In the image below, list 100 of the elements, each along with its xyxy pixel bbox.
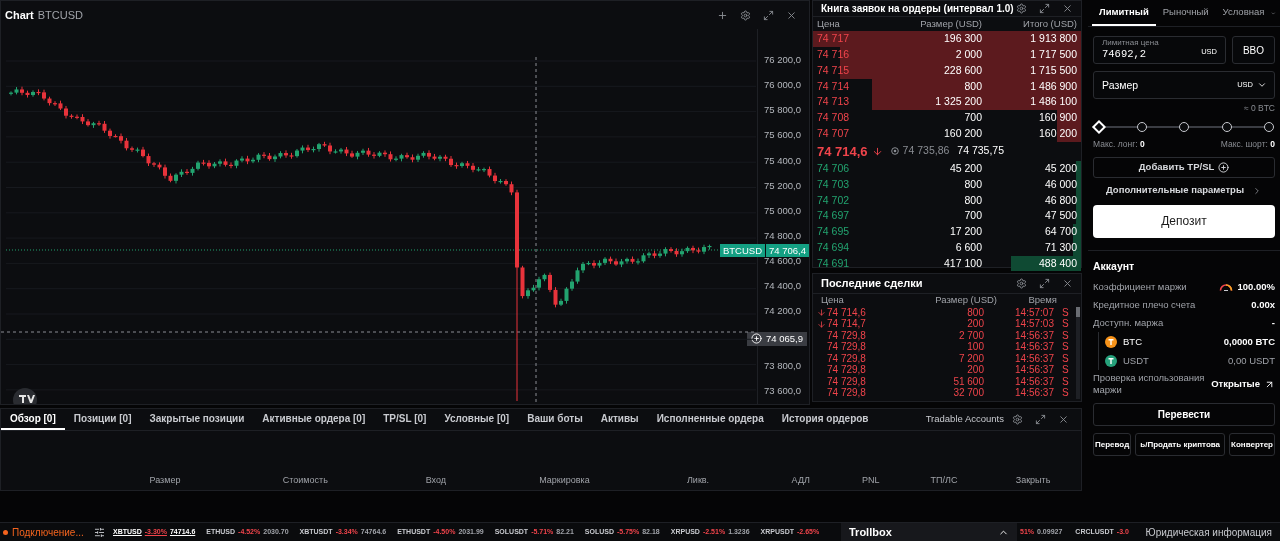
bbo-button[interactable]: BBO (1232, 36, 1275, 64)
settings-icon[interactable] (740, 9, 751, 21)
size-cell-text: 1 325 200 (934, 94, 982, 110)
trade-price: 74 729,8 (827, 388, 866, 399)
expand-icon[interactable] (1039, 278, 1050, 289)
size-cell-text: 45 200 (948, 161, 982, 176)
price-axis-label: 75 000,0 (764, 205, 802, 216)
panel-tab[interactable]: Ваши боты (518, 409, 592, 430)
total-cell-text: 45 200 (1043, 161, 1077, 176)
chevron-down-icon[interactable] (1257, 80, 1267, 90)
size-cell-text: 700 (963, 110, 982, 125)
trade-size: 2 700 (957, 330, 985, 341)
size-cell-text: 6 600 (954, 239, 982, 255)
slider-stop[interactable] (1221, 121, 1232, 132)
column-header: Размер (USD) (934, 293, 997, 308)
action-button[interactable]: ь/Продать криптова (1135, 433, 1226, 457)
close-icon[interactable] (786, 9, 797, 21)
trade-time: 14:56:37 (1014, 365, 1055, 376)
add-alert-icon[interactable] (751, 333, 762, 345)
slider-stop[interactable] (1179, 121, 1189, 132)
deposit-button[interactable]: Депозит (1093, 204, 1275, 238)
filter-icon[interactable] (94, 526, 105, 538)
size-cell-text: 800 (963, 176, 982, 192)
panel-tab[interactable]: Активы (591, 409, 648, 430)
size-cell-text: 800 (963, 192, 982, 208)
panel-tab[interactable]: Исполненные ордера (647, 409, 773, 430)
trade-time: 14:56:37 (1014, 376, 1055, 387)
legal-link[interactable]: Юридическая информация (1145, 524, 1272, 540)
price-axis-label: 74 400,0 (764, 281, 802, 291)
trade-side: S (1062, 330, 1070, 341)
price-axis-label: 75 800,0 (764, 105, 802, 115)
transfer-button[interactable]: Перевести (1093, 403, 1275, 427)
trade-price: 74 729,8 (827, 342, 866, 353)
total-cell-text: 1 715 500 (1029, 62, 1077, 78)
slider-stop[interactable] (1264, 121, 1274, 132)
total-cell-text: 47 500 (1043, 208, 1077, 224)
price-cell-text: 74 703 (817, 176, 851, 192)
settings-icon[interactable] (1016, 3, 1027, 14)
panel-tab[interactable]: Условные [0] (435, 409, 519, 430)
action-button[interactable]: Перевод (1093, 433, 1132, 457)
column-header: Ликв. (686, 475, 710, 486)
size-cell-text: 417 100 (943, 255, 982, 271)
price-cell-text: 74 702 (817, 192, 851, 208)
trade-size: 32 700 (952, 388, 985, 399)
add-tp-sl-button[interactable]: Добавить TP/SL (1093, 156, 1275, 178)
settings-icon[interactable] (1012, 414, 1023, 425)
expand-icon[interactable] (1039, 3, 1050, 14)
price-cell-text: 74 713 (817, 94, 851, 110)
price-axis-label: 74 800,0 (764, 231, 802, 241)
close-icon[interactable] (1058, 414, 1069, 425)
close-icon[interactable] (1062, 3, 1073, 14)
trade-time: 14:56:37 (1014, 388, 1055, 399)
trade-price: 74 729,8 (827, 376, 866, 387)
size-cell-text: 160 200 (943, 125, 982, 141)
panel-tab[interactable]: TP/SL [0] (374, 409, 436, 430)
trade-side: S (1062, 376, 1070, 387)
action-button[interactable]: Конвертер (1229, 433, 1275, 457)
close-icon[interactable] (1062, 278, 1073, 289)
more-params-link[interactable]: Дополнительные параметры (1093, 181, 1275, 200)
arrow-down-icon (817, 319, 826, 329)
column-header: Время (1027, 293, 1058, 308)
chart-symbol: BTCUSD (37, 7, 83, 23)
panel-tab[interactable]: История ордеров (772, 409, 878, 430)
size-cell-text: 700 (963, 208, 982, 224)
price-cell-text: 74 716 (817, 47, 851, 62)
order-type-tab[interactable]: Условная (1215, 0, 1272, 26)
size-cell-text: 2 000 (954, 47, 982, 62)
trade-size: 100 (966, 342, 985, 353)
add-icon[interactable] (717, 9, 728, 21)
panel-tab[interactable]: Активные ордера [0] (253, 409, 375, 430)
price-axis-label: 73 800,0 (764, 361, 802, 371)
panel-tab[interactable]: Обзор [0] (1, 409, 65, 430)
trade-side: S (1062, 342, 1070, 353)
expand-icon[interactable] (1035, 414, 1046, 425)
order-type-tab[interactable]: Лимитный (1092, 0, 1156, 26)
settings-icon[interactable] (1016, 278, 1027, 289)
price-axis-label: 74 200,0 (764, 306, 802, 316)
plus-circle-icon (1218, 161, 1230, 173)
trade-side: S (1062, 388, 1070, 399)
expand-icon[interactable] (763, 9, 774, 21)
panel-tab[interactable]: Позиции [0] (64, 409, 141, 430)
total-cell-text: 160 200 (1038, 125, 1077, 141)
trade-size: 200 (966, 365, 985, 376)
open-positions-link[interactable]: Открытые (1211, 377, 1275, 392)
slider-stop[interactable] (1136, 121, 1147, 132)
order-type-tab[interactable]: Рыночный (1155, 0, 1216, 26)
total-cell-text: 160 900 (1038, 110, 1077, 125)
price-axis-label: 74 600,0 (764, 256, 802, 266)
trollbox-bar[interactable]: Trollbox (841, 523, 1017, 541)
total-cell-text: 1 486 100 (1029, 94, 1077, 110)
gauge-icon (1219, 283, 1234, 292)
price-axis-label: 75 200,0 (764, 180, 802, 191)
size-estimate: ≈ 0 BTC (1243, 102, 1275, 115)
total-cell-text: 1 486 900 (1029, 78, 1077, 94)
accounts-link[interactable]: Tradable Accounts (925, 412, 1004, 427)
size-cell-text: 228 600 (943, 62, 982, 78)
account-label: Проверка использования маржи (1093, 372, 1206, 397)
account-value: 100.00% (1237, 280, 1275, 295)
price-cell-text: 74 708 (817, 110, 851, 125)
panel-tab[interactable]: Закрытые позиции (140, 409, 254, 430)
